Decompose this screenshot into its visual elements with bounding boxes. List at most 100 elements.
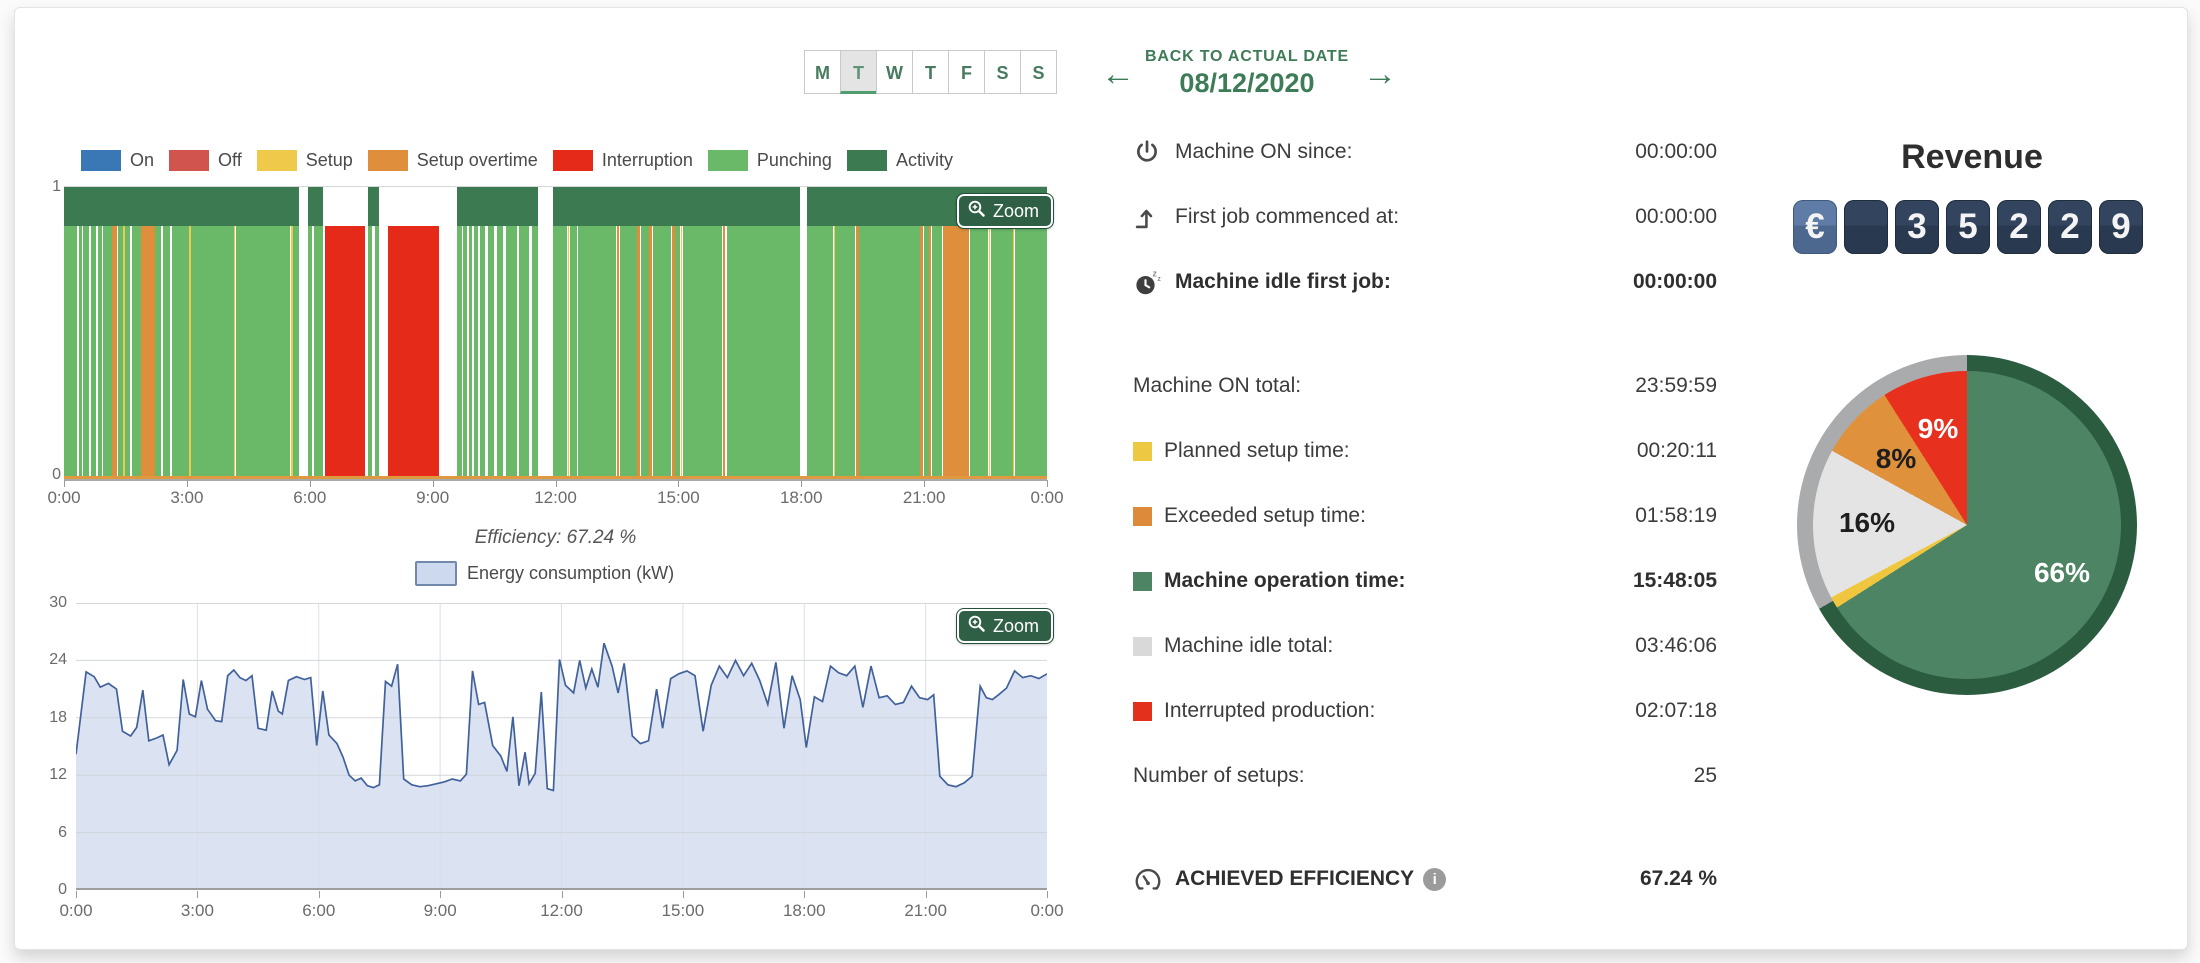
punching-bar [163,226,170,479]
svg-text:z: z [1157,276,1161,283]
day-cell-2[interactable]: W [876,50,913,94]
activity-bar [64,187,299,226]
stat-value: 67.24 % [1640,867,1717,891]
punching-bar [132,226,141,479]
x-tick-mark [187,480,188,487]
stat-value: 02:07:18 [1635,699,1717,723]
x-tick-mark [76,891,77,898]
x-tick-mark [1047,480,1048,487]
day-cell-0[interactable]: M [804,50,841,94]
legend-item: Activity [847,150,953,171]
timeline-ytick-0: 0 [31,466,61,484]
energy-y-tick-label: 6 [37,824,67,842]
stat-value: 00:20:11 [1637,439,1717,463]
day-cell-1[interactable]: T [840,50,877,94]
day-cell-6[interactable]: S [1020,50,1057,94]
setup-bar [1013,226,1014,479]
back-to-actual-date[interactable]: BACK TO ACTUAL DATE 08/12/2020 [1137,48,1357,99]
baseline-strip [64,476,1047,479]
info-icon[interactable]: i [1423,868,1446,891]
day-cell-4[interactable]: F [948,50,985,94]
punching-bar [463,226,466,479]
punching-bar [683,226,722,479]
stat-row: Machine operation time:15:48:05 [1133,561,1717,601]
punching-bar [480,226,485,479]
stat-swatch [1133,442,1152,461]
stat-value: 01:58:19 [1635,504,1717,528]
legend-label: Setup [306,150,353,171]
x-tick-mark [924,480,925,487]
stat-label: Machine idle total: [1164,634,1333,658]
energy-legend-label: Energy consumption (kW) [467,563,674,584]
x-tick-label: 0:00 [1030,488,1063,508]
digit-tile: 3 [1895,200,1939,254]
punching-bar [91,226,96,479]
legend-item: Setup [257,150,353,171]
activity-bar [457,187,538,226]
punching-bar [578,226,616,479]
stat-label: Interrupted production: [1164,699,1375,723]
setup-overtime-bar [723,226,725,479]
energy-y-tick-label: 24 [37,651,67,669]
day-cell-3[interactable]: T [912,50,949,94]
setup-overtime-bar [929,226,931,479]
punching-bar [83,226,89,479]
timeline-chart [64,186,1047,481]
energy-xaxis: 0:003:006:009:0012:0015:0018:0021:000:00 [76,901,1047,925]
stat-label: Exceeded setup time: [1164,504,1366,528]
setup-bar [234,226,235,479]
punching-bar [532,226,538,479]
setup-overtime-bar [856,226,859,479]
energy-zoom-button[interactable]: Zoom [957,609,1053,643]
stat-value: 15:48:05 [1633,569,1717,593]
energy-chart [76,603,1047,890]
back-to-actual-date-label[interactable]: BACK TO ACTUAL DATE [1137,48,1357,66]
legend-item: Off [169,150,242,171]
stat-value: 00:00:00 [1635,140,1717,164]
prev-day-arrow-icon[interactable]: ← [1101,54,1135,94]
stat-swatch [1133,507,1152,526]
zoom-button-label: Zoom [993,616,1039,637]
x-tick-label: 15:00 [657,488,700,508]
activity-bar [553,187,800,226]
punching-bar [641,226,649,479]
stat-label: Machine ON total: [1133,374,1301,398]
legend-label: Off [218,150,242,171]
stat-value: 25 [1694,764,1717,788]
x-tick-label: 6:00 [302,901,335,921]
x-tick-label: 18:00 [783,901,826,921]
x-tick-mark [433,480,434,487]
interruption-bar [388,226,439,479]
punching-bar [570,226,577,479]
digit-tile: 2 [1997,200,2041,254]
timeline-zoom-button[interactable]: Zoom [957,194,1053,228]
punching-bar [98,226,102,479]
legend-swatch [368,150,408,171]
stat-row: ACHIEVED EFFICIENCYi67.24 % [1133,859,1717,899]
day-cell-5[interactable]: S [984,50,1021,94]
level-up-icon [1133,203,1167,231]
legend-label: On [130,150,154,171]
setup-overtime-bar [649,226,652,479]
setup-overtime-bar [943,226,969,479]
punching-bar [236,226,291,479]
next-day-arrow-icon[interactable]: → [1363,54,1397,94]
x-tick-label: 3:00 [181,901,214,921]
current-date: 08/12/2020 [1137,68,1357,99]
digit-tile: 9 [2099,200,2143,254]
currency-tile: € [1793,200,1837,254]
gauge-icon [1133,865,1167,893]
activity-bar [308,187,324,226]
x-tick-mark [562,891,563,898]
x-tick-label: 0:00 [59,901,92,921]
stat-label: Machine ON since: [1175,140,1352,164]
stat-row: zzMachine idle first job:00:00:00 [1133,262,1717,302]
x-tick-mark [440,891,441,898]
legend-swatch [169,150,209,171]
x-tick-mark [926,891,927,898]
stat-row: Machine idle total:03:46:06 [1133,626,1717,666]
punching-bar [553,226,567,479]
punching-bar [375,226,379,479]
punching-bar [653,226,672,479]
legend-swatch [553,150,593,171]
